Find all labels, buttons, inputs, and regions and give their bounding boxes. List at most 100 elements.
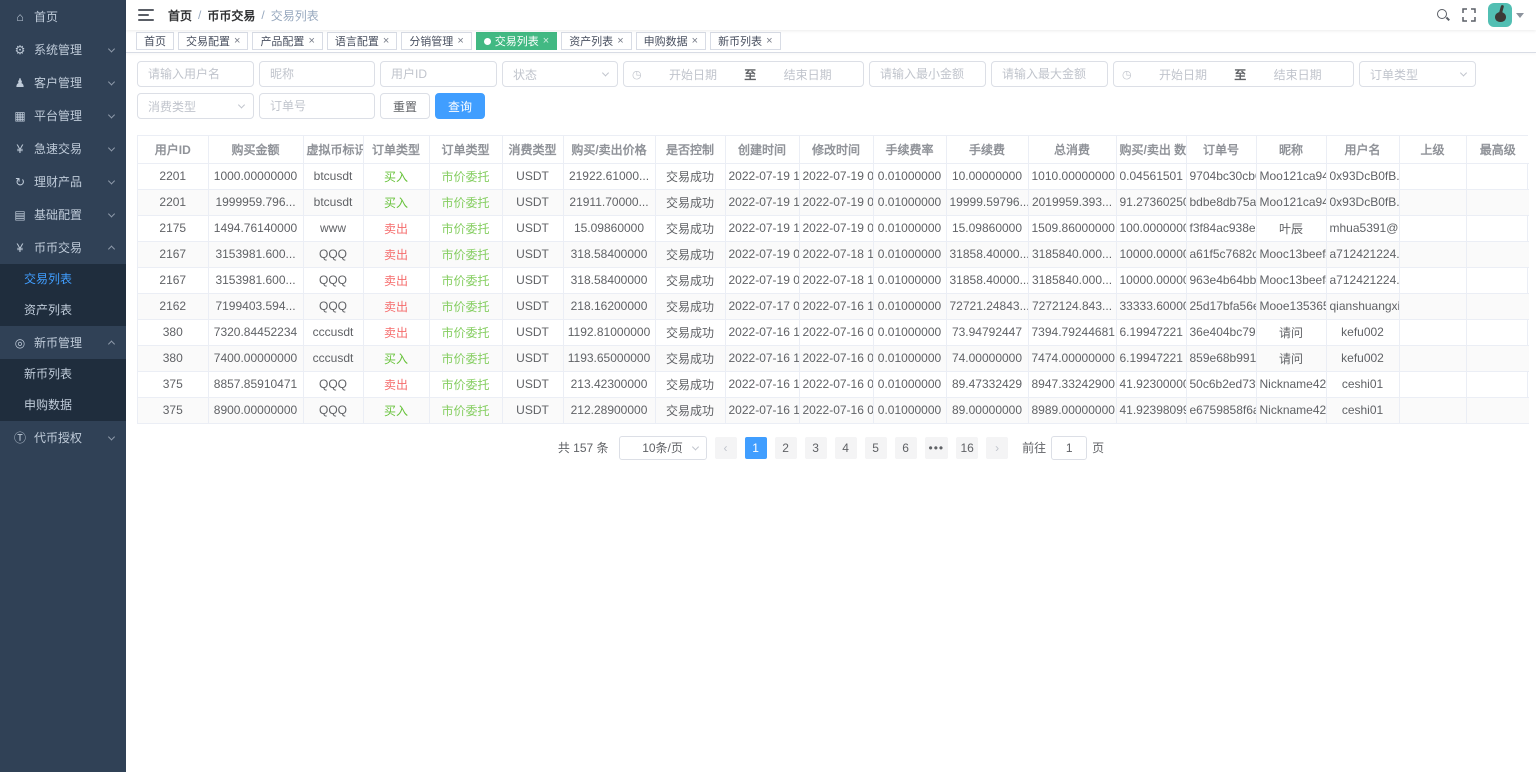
cell-created: 2022-07-17 0... [725,293,800,320]
page-size-select[interactable]: 10条/页 [618,435,707,460]
cell-qty: 6.19947221 [1116,345,1187,372]
sidebar-item-币币交易[interactable]: ¥ 币币交易 [0,231,126,264]
column-header-modified: 修改时间 [799,136,874,164]
cell-side: 卖出 [363,371,430,398]
tab-申购数据[interactable]: 申购数据 × [635,32,707,50]
search-icon[interactable] [1436,8,1450,22]
column-header-amount: 购买金额 [208,136,304,164]
tab-close-icon[interactable]: × [692,35,698,47]
avatar[interactable] [1488,3,1512,27]
sidebar-item-理财产品[interactable]: ↻ 理财产品 [0,165,126,198]
cell-consume: USDT [502,371,564,398]
tab-分销管理[interactable]: 分销管理 × [401,32,472,50]
consume-type-select-placeholder: 消费类型 [148,99,197,114]
sidebar-subitem-新币列表[interactable]: 新币列表 [0,359,126,390]
tab-close-icon[interactable]: × [457,35,463,47]
breadcrumb-item[interactable]: 币币交易 [207,7,255,24]
cell-top [1466,241,1529,268]
tab-新币列表[interactable]: 新币列表 × [710,32,781,50]
search-button[interactable]: 查询 [435,93,486,119]
page-button-3[interactable]: 3 [804,436,827,459]
sidebar-item-代币授权[interactable]: Ⓣ 代币授权 [0,421,126,454]
date-start-placeholder: 开始日期 [1158,67,1207,82]
cell-nickname: Nickname4294 [1256,397,1327,424]
status-select[interactable]: 状态 [502,61,618,87]
userid-input[interactable] [380,61,497,87]
consume-type-select[interactable]: 消费类型 [137,93,254,119]
tab-close-icon[interactable]: × [308,35,314,47]
prev-page-button[interactable]: ‹ [714,436,737,459]
page-button-6[interactable]: 6 [894,436,917,459]
cell-side: 买入 [363,397,430,424]
username-input[interactable] [137,61,254,87]
min-amount-input[interactable] [869,61,986,87]
sidebar-item-平台管理[interactable]: ▦ 平台管理 [0,99,126,132]
tab-close-icon[interactable]: × [617,35,623,47]
tab-交易列表[interactable]: 交易列表 × [475,32,558,50]
sidebar-subitem-资产列表[interactable]: 资产列表 [0,295,126,326]
status-select-placeholder: 状态 [513,67,538,82]
tab-close-icon[interactable]: × [766,35,772,47]
cell-price: 21922.61000... [563,163,656,190]
sidebar-item-基础配置[interactable]: ▤ 基础配置 [0,198,126,231]
nickname-input[interactable] [259,61,375,87]
breadcrumb-item[interactable]: 首页 [168,7,192,24]
fullscreen-icon[interactable] [1462,8,1476,22]
cell-created: 2022-07-16 1... [725,319,800,346]
sidebar-subitem-交易列表[interactable]: 交易列表 [0,264,126,295]
sidebar-item-首页[interactable]: ⌂ 首页 [0,0,126,33]
goto-page-input[interactable] [1051,435,1088,460]
user-menu[interactable] [1488,3,1524,27]
cell-nickname: Nickname4294 [1256,371,1327,398]
cell-username: mhua5391@... [1326,215,1400,242]
order-type-select[interactable]: 订单类型 [1359,61,1476,87]
tab-close-icon[interactable]: × [234,35,240,47]
tab-close-icon[interactable]: × [543,35,549,47]
cell-user_id: 375 [138,397,209,424]
chevron-down-icon [107,432,116,441]
column-header-fee_rate: 手续费率 [873,136,947,164]
modify-date-range-picker[interactable]: ◷ 开始日期 至 结束日期 [1113,61,1354,87]
breadcrumb: 首页 / 币币交易 / 交易列表 [168,7,319,24]
pagination: 共 157 条 10条/页 ‹ 123456 ••• 16 › 前往 页 [126,435,1536,460]
sidebar-subitem-申购数据[interactable]: 申购数据 [0,390,126,421]
cell-qty: 41.92398099 [1116,397,1187,424]
page-ellipsis[interactable]: ••• [924,436,949,459]
sidebar-item-系统管理[interactable]: ⚙ 系统管理 [0,33,126,66]
table-row: 2201 1000.00000000 btcusdt 买入 市价委托 USDT 21922.… [138,163,1529,190]
page-button-2[interactable]: 2 [774,436,797,459]
cell-order_no: 25d17bfa56e... [1186,293,1257,320]
tab-close-icon[interactable]: × [383,35,389,47]
page-button-4[interactable]: 4 [834,436,857,459]
sidebar-item-急速交易[interactable]: ¥ 急速交易 [0,132,126,165]
cell-control: 交易成功 [655,397,726,424]
chevron-down-icon [107,143,116,152]
sidebar-toggle-icon[interactable] [138,9,154,21]
tab-label: 首页 [144,36,166,48]
tab-产品配置[interactable]: 产品配置 × [252,32,323,50]
cell-price: 212.28900000 [563,397,656,424]
page-button-5[interactable]: 5 [864,436,887,459]
max-amount-input[interactable] [991,61,1108,87]
sidebar-item-新币管理[interactable]: ◎ 新币管理 [0,326,126,359]
tab-资产列表[interactable]: 资产列表 × [561,32,632,50]
chevron-down-icon [107,176,116,185]
cell-parent [1399,293,1467,320]
create-date-range-picker[interactable]: ◷ 开始日期 至 结束日期 [623,61,864,87]
cell-control: 交易成功 [655,267,726,294]
tab-首页[interactable]: 首页 [136,32,174,50]
page-button-16[interactable]: 16 [956,436,979,459]
order-no-input[interactable] [259,93,375,119]
page-button-1[interactable]: 1 [744,436,767,459]
cell-amount: 7199403.594... [208,293,304,320]
tags-bar: 首页 交易配置 × 产品配置 × 语言配置 × 分销管理 × 交易列表 × 资产列表 × 申购数据 × 新币列… [126,30,1536,53]
cell-order_no: 50c6b2ed73f... [1186,371,1257,398]
sidebar-item-客户管理[interactable]: ♟ 客户管理 [0,66,126,99]
cell-user_id: 380 [138,319,209,346]
reset-button[interactable]: 重置 [380,93,431,119]
tab-语言配置[interactable]: 语言配置 × [326,32,398,50]
tab-交易配置[interactable]: 交易配置 × [178,32,249,50]
next-page-button[interactable]: › [986,436,1009,459]
cell-nickname: Mooe1353656 [1256,293,1327,320]
cell-consume: USDT [502,293,564,320]
